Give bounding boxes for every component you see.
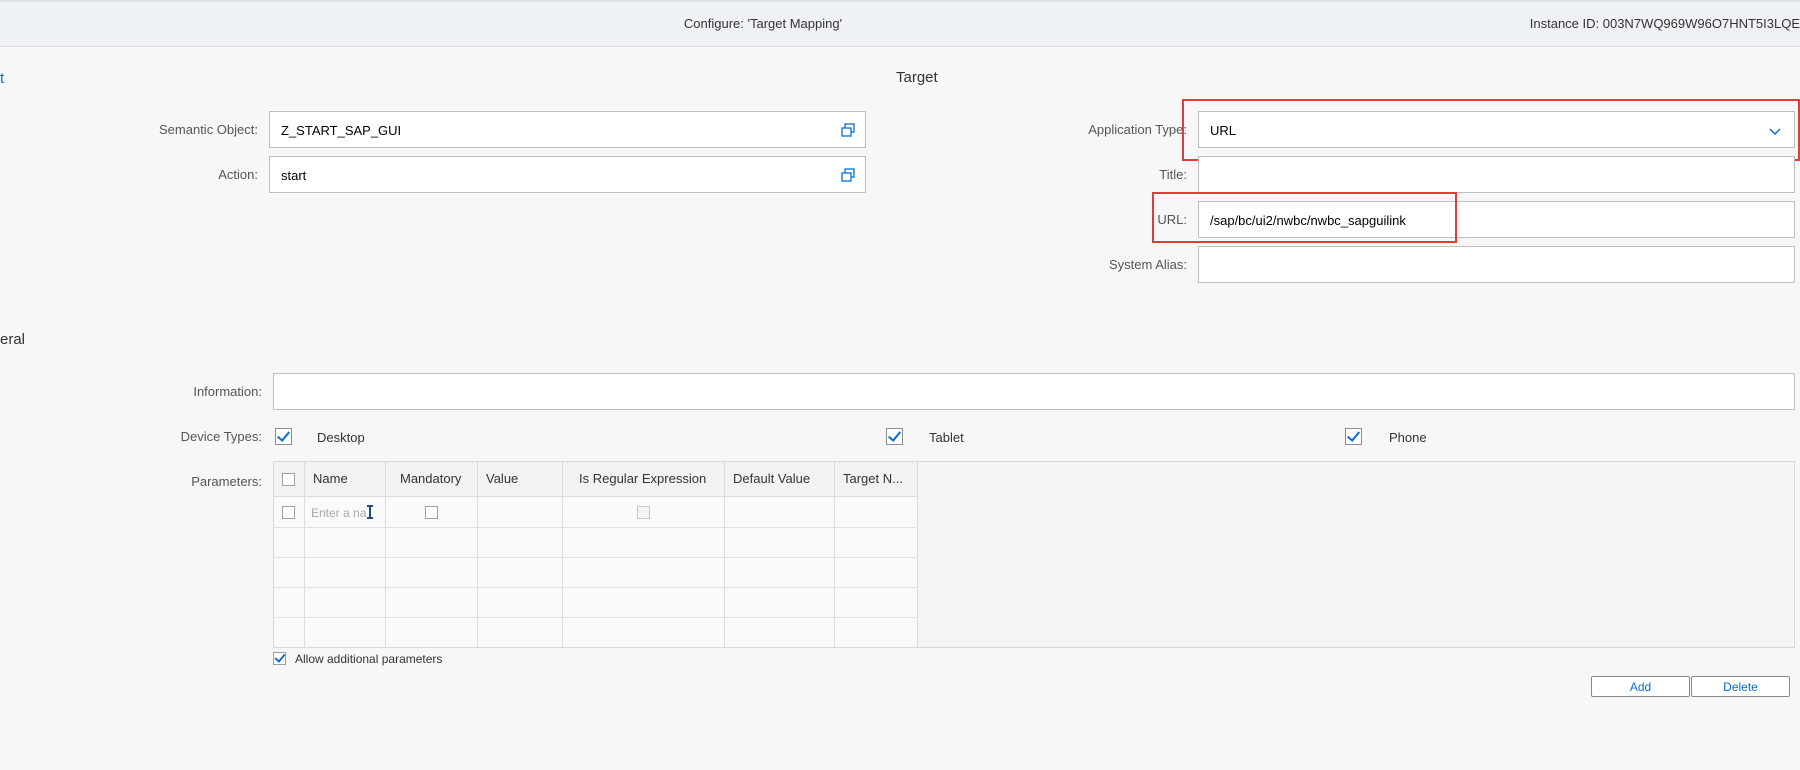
column-header-value[interactable]: Value bbox=[478, 462, 563, 497]
url-label: URL: bbox=[1157, 212, 1187, 227]
system-alias-label: System Alias: bbox=[1108, 257, 1187, 272]
allow-additional-parameters-label: Allow additional parameters bbox=[295, 652, 443, 666]
header-bar: Configure: 'Target Mapping' Instance ID:… bbox=[0, 0, 1800, 47]
target-section-heading: Target bbox=[896, 69, 938, 86]
table-header: Name Mandatory Value Is Regular Expressi… bbox=[274, 462, 918, 497]
information-label: Information: bbox=[193, 384, 262, 399]
row-divider bbox=[274, 587, 918, 588]
action-label: Action: bbox=[218, 167, 258, 182]
title-input[interactable] bbox=[1198, 156, 1795, 193]
select-all-cell bbox=[274, 462, 305, 497]
value-help-icon[interactable] bbox=[841, 123, 855, 137]
system-alias-input[interactable] bbox=[1198, 246, 1795, 283]
row-divider bbox=[274, 527, 918, 528]
row-select-checkbox[interactable] bbox=[282, 506, 295, 519]
tablet-label: Tablet bbox=[929, 430, 964, 445]
page-title: Configure: 'Target Mapping' bbox=[683, 16, 843, 31]
desktop-checkbox[interactable] bbox=[275, 428, 292, 445]
value-help-icon[interactable] bbox=[841, 168, 855, 182]
row-divider bbox=[274, 557, 918, 558]
phone-label: Phone bbox=[1389, 430, 1427, 445]
select-all-checkbox[interactable] bbox=[282, 473, 295, 486]
back-link[interactable]: t bbox=[0, 70, 4, 87]
text-cursor-icon bbox=[367, 505, 373, 519]
name-cell-input[interactable]: Enter a na bbox=[311, 506, 366, 520]
mandatory-checkbox[interactable] bbox=[425, 506, 438, 519]
column-header-mandatory[interactable]: Mandatory bbox=[386, 462, 478, 497]
application-type-label: Application Type: bbox=[1088, 122, 1187, 137]
semantic-object-label: Semantic Object: bbox=[159, 122, 258, 137]
chevron-down-icon[interactable] bbox=[1768, 124, 1782, 138]
information-input[interactable] bbox=[273, 373, 1795, 410]
add-button[interactable]: Add bbox=[1591, 676, 1690, 697]
delete-button[interactable]: Delete bbox=[1691, 676, 1790, 697]
url-input[interactable]: /sap/bc/ui2/nwbc/nwbc_sapguilink bbox=[1198, 201, 1795, 238]
parameters-label: Parameters: bbox=[191, 474, 262, 489]
parameters-table: Name Mandatory Value Is Regular Expressi… bbox=[273, 461, 1795, 648]
tablet-checkbox[interactable] bbox=[886, 428, 903, 445]
device-types-label: Device Types: bbox=[180, 429, 262, 444]
column-header-name[interactable]: Name bbox=[305, 462, 386, 497]
phone-checkbox[interactable] bbox=[1345, 428, 1362, 445]
url-value: /sap/bc/ui2/nwbc/nwbc_sapguilink bbox=[1210, 213, 1406, 228]
column-header-default-value[interactable]: Default Value bbox=[725, 462, 835, 497]
column-header-target-name[interactable]: Target N... bbox=[835, 462, 918, 497]
desktop-label: Desktop bbox=[317, 430, 365, 445]
row-divider bbox=[274, 617, 918, 618]
allow-additional-parameters-checkbox[interactable] bbox=[273, 652, 286, 665]
title-label: Title: bbox=[1159, 167, 1187, 182]
action-input[interactable]: start bbox=[269, 156, 866, 193]
instance-id: Instance ID: 003N7WQ969W96O7HNT5I3LQE bbox=[1529, 16, 1800, 31]
semantic-object-input[interactable]: Z_START_SAP_GUI bbox=[269, 111, 866, 148]
application-type-value: URL bbox=[1210, 123, 1237, 138]
column-header-regex[interactable]: Is Regular Expression bbox=[563, 462, 725, 497]
general-section-heading: eral bbox=[0, 331, 26, 348]
semantic-object-value: Z_START_SAP_GUI bbox=[281, 123, 402, 138]
regex-checkbox bbox=[637, 506, 650, 519]
action-value: start bbox=[281, 168, 307, 183]
application-type-select[interactable]: URL bbox=[1198, 111, 1795, 148]
